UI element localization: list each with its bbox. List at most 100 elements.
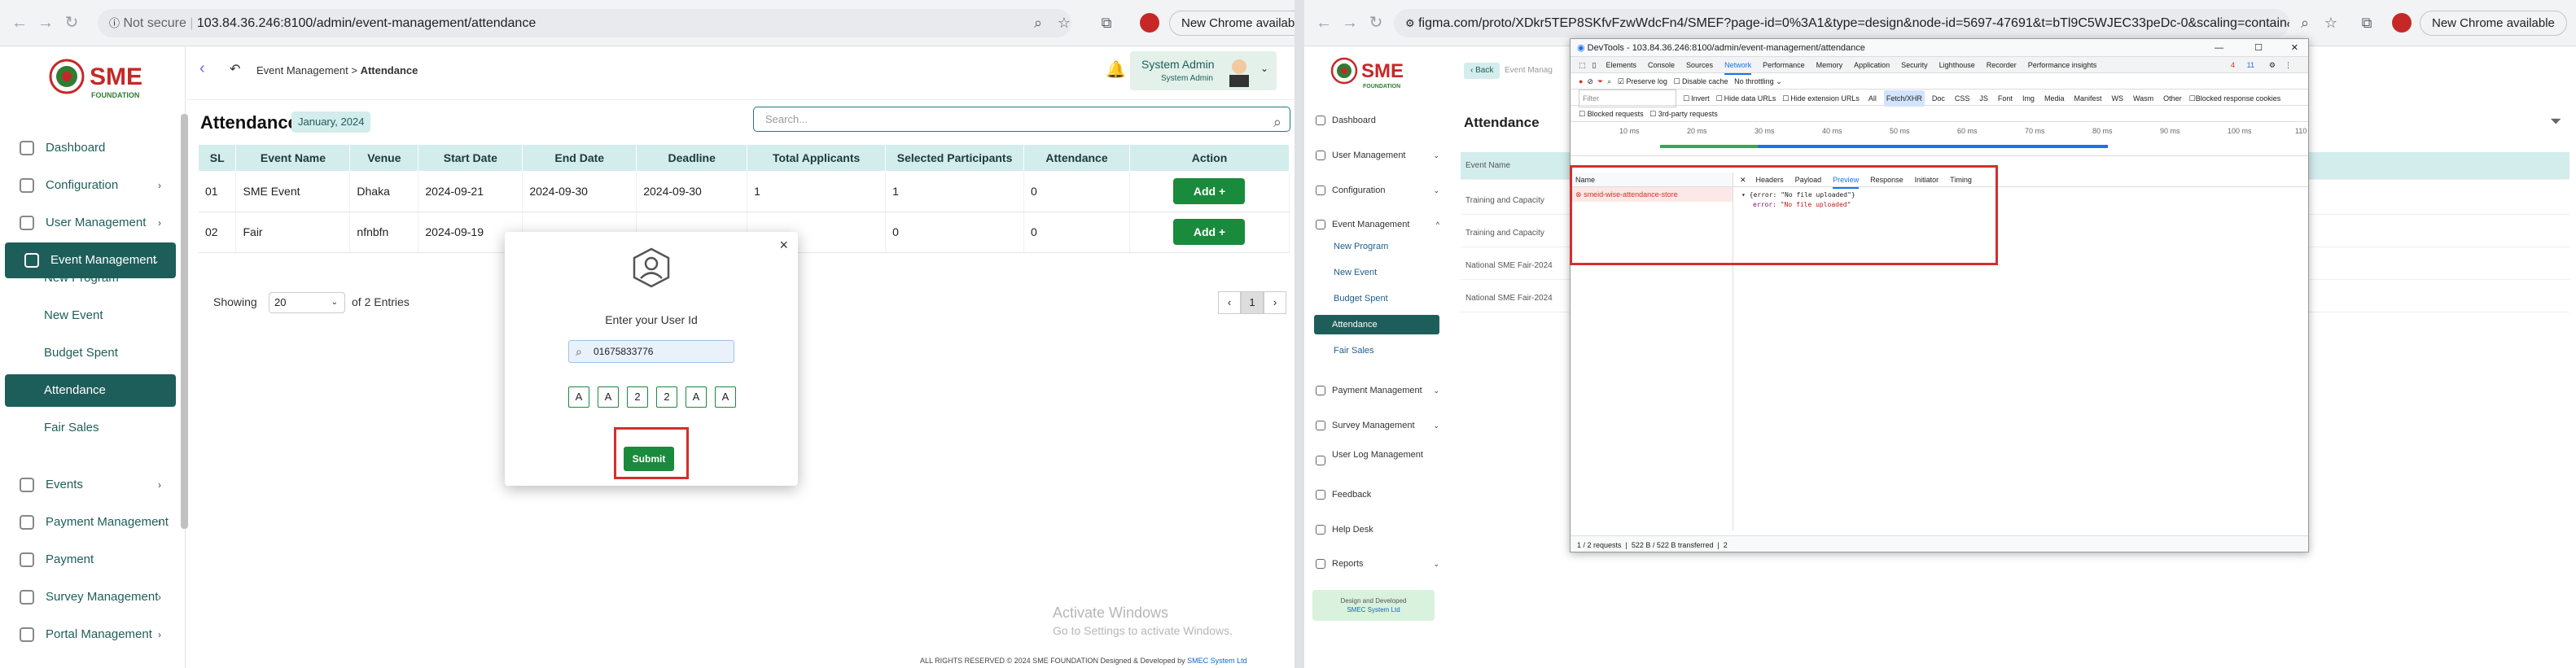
zoom-icon[interactable]: ⌕	[2294, 12, 2315, 33]
hide-data-urls-checkbox[interactable]: ☐	[1716, 90, 1723, 107]
figma-nav-survey-management[interactable]: Survey Management ⌄	[1309, 411, 1446, 440]
filter-type-ws[interactable]: WS	[2109, 90, 2126, 107]
design-credit-link[interactable]: SMEC System Ltd	[1347, 606, 1400, 613]
sidebar-item-payment-management[interactable]: Payment Management ›	[0, 504, 177, 540]
prev-page-button[interactable]: ‹	[1218, 291, 1241, 314]
address-bar[interactable]: ⓘ Not secure | 103.84.36.246:8100/admin/…	[98, 9, 1071, 37]
sidebar-item-user-management[interactable]: User Management ›	[0, 205, 177, 241]
add-attendance-button[interactable]: Add +	[1173, 177, 1246, 204]
disable-cache-checkbox[interactable]: ☐	[1673, 73, 1680, 90]
reload-icon[interactable]: ↻	[1366, 13, 1386, 33]
hide-extension-urls-checkbox[interactable]: ☐	[1782, 90, 1789, 107]
figma-nav-user-management[interactable]: User Management ⌄	[1309, 141, 1446, 170]
figma-subnav-attendance[interactable]: Attendance	[1314, 315, 1439, 334]
filter-type-font[interactable]: Font	[1996, 90, 2015, 107]
bookmark-star-icon[interactable]: ☆	[1054, 12, 1075, 33]
filter-funnel-icon[interactable]: ⏷	[1597, 73, 1603, 90]
profile-avatar[interactable]	[2392, 13, 2412, 33]
filter-type-js[interactable]: JS	[1977, 90, 1991, 107]
new-chrome-button[interactable]: New Chrome available ⋮	[1169, 11, 1295, 36]
page-size-select[interactable]: 20 ⌄	[269, 292, 345, 313]
submenu-item-fair-sales[interactable]: Fair Sales	[44, 412, 99, 444]
undo-icon[interactable]: ↶	[230, 61, 240, 77]
record-icon[interactable]: ●	[1579, 73, 1583, 90]
sidebar-item-configuration[interactable]: Configuration ›	[0, 168, 177, 203]
figma-nav-event-management[interactable]: Event Management ^	[1309, 210, 1446, 239]
figma-nav-configuration[interactable]: Configuration ⌄	[1309, 176, 1446, 205]
footer-link[interactable]: SMEC System Ltd	[1187, 657, 1247, 665]
devtools-tab-network[interactable]: Network	[1724, 57, 1752, 75]
figma-subnav-budget-spent[interactable]: Budget Spent	[1334, 289, 1388, 308]
sidebar-item-survey-management[interactable]: Survey Management ›	[0, 579, 177, 615]
new-chrome-button[interactable]: New Chrome available	[2420, 11, 2567, 36]
figma-nav-user-log-management[interactable]: User Log Management	[1309, 446, 1446, 475]
filter-type-other[interactable]: Other	[2161, 90, 2184, 107]
submenu-item-new-event[interactable]: New Event	[44, 299, 103, 332]
back-arrow-icon[interactable]: ←	[10, 13, 29, 33]
next-page-button[interactable]: ›	[1264, 291, 1286, 314]
filter-type-css[interactable]: CSS	[1952, 90, 1973, 107]
submenu-item-attendance[interactable]: Attendance	[5, 374, 176, 407]
filter-type-fetch-xhr[interactable]: Fetch/XHR	[1883, 90, 1925, 107]
devtools-tab-performance[interactable]: Performance	[1763, 57, 1805, 73]
figma-nav-reports[interactable]: Reports ⌄	[1309, 549, 1446, 578]
blocked-cookies-checkbox[interactable]: ☐	[2189, 90, 2196, 107]
devtools-tab-security[interactable]: Security	[1901, 57, 1928, 73]
devtools-tab-memory[interactable]: Memory	[1816, 57, 1843, 73]
extensions-icon[interactable]: ⧉	[2356, 12, 2377, 33]
blocked-requests-checkbox[interactable]: ☐	[1579, 106, 1585, 122]
add-attendance-button[interactable]: Add +	[1173, 219, 1246, 245]
sidebar-item-portal-management[interactable]: Portal Management ›	[0, 617, 177, 653]
figma-nav-dashboard[interactable]: Dashboard	[1309, 106, 1446, 135]
devtools-tab-console[interactable]: Console	[1648, 57, 1675, 73]
filter-type-img[interactable]: Img	[2020, 90, 2037, 107]
filter-type-media[interactable]: Media	[2042, 90, 2067, 107]
figma-nav-payment-management[interactable]: Payment Management ⌄	[1309, 376, 1446, 405]
collapse-chevron-icon[interactable]: ‹	[199, 59, 205, 78]
search-input[interactable]: Search... ⌕	[753, 107, 1290, 132]
settings-gear-icon[interactable]: ⚙	[2269, 57, 2276, 73]
user-id-input[interactable]: ⌕ 01675833776	[568, 340, 734, 363]
preserve-log-checkbox[interactable]: ☑	[1618, 73, 1624, 90]
devtools-tab-lighthouse[interactable]: Lighthouse	[1939, 57, 1975, 73]
filter-input[interactable]: Filter	[1579, 90, 1676, 107]
forward-arrow-icon[interactable]: →	[1340, 13, 1360, 33]
forward-arrow-icon[interactable]: →	[36, 13, 55, 33]
filter-icon[interactable]: ⏷	[2550, 113, 2561, 130]
figma-subnav-fair-sales[interactable]: Fair Sales	[1334, 341, 1374, 360]
sidebar-item-payment[interactable]: Payment	[0, 542, 177, 578]
filter-type-wasm[interactable]: Wasm	[2131, 90, 2156, 107]
breadcrumb-parent[interactable]: Event Management	[256, 64, 348, 76]
maximize-icon[interactable]: ☐	[2254, 39, 2263, 57]
sidebar-scrollbar[interactable]	[181, 114, 188, 529]
close-icon[interactable]: ✕	[2291, 39, 2298, 57]
figma-subnav-new-event[interactable]: New Event	[1334, 263, 1377, 282]
user-profile-menu[interactable]: System Admin System Admin ⌄	[1130, 51, 1277, 90]
page-number[interactable]: 1	[1241, 291, 1264, 314]
reload-icon[interactable]: ↻	[62, 13, 81, 33]
filter-type-all[interactable]: All	[1866, 90, 1879, 107]
bookmark-star-icon[interactable]: ☆	[2320, 12, 2342, 33]
bell-icon[interactable]: 🔔	[1106, 59, 1126, 80]
zoom-icon[interactable]: ⌕	[1027, 12, 1049, 33]
error-badge[interactable]: 4	[2231, 57, 2235, 73]
invert-checkbox[interactable]: ☐	[1683, 90, 1689, 107]
device-toggle-icon[interactable]: ▯	[1592, 57, 1597, 73]
address-bar[interactable]: ⚙ figma.com/proto/XDkr5TEP8SKfvFzwWdcFn4…	[1394, 9, 2289, 37]
devtools-tab-elements[interactable]: Elements	[1606, 57, 1636, 73]
network-timeline[interactable]: 10 ms 20 ms 30 ms 40 ms 50 ms 60 ms 70 ms 80 ms…	[1571, 124, 2308, 156]
devtools-tab-sources[interactable]: Sources	[1686, 57, 1713, 73]
filter-type-manifest[interactable]: Manifest	[2071, 90, 2104, 107]
search-icon[interactable]: ⌕	[1607, 73, 1611, 90]
submenu-item-budget-spent[interactable]: Budget Spent	[44, 337, 118, 369]
sidebar-item-events[interactable]: Events ›	[0, 467, 177, 503]
back-button[interactable]: ‹ Back	[1464, 63, 1500, 79]
submenu-item-new-program[interactable]: New Program	[44, 262, 119, 295]
inspect-icon[interactable]: ⬚	[1579, 57, 1586, 73]
clear-icon[interactable]: ⊘	[1587, 73, 1593, 90]
warning-badge[interactable]: 11	[2247, 57, 2254, 73]
back-arrow-icon[interactable]: ←	[1314, 13, 1334, 33]
figma-nav-feedback[interactable]: Feedback	[1309, 480, 1446, 509]
close-icon[interactable]: ×	[779, 237, 788, 254]
third-party-checkbox[interactable]: ☐	[1649, 106, 1656, 122]
